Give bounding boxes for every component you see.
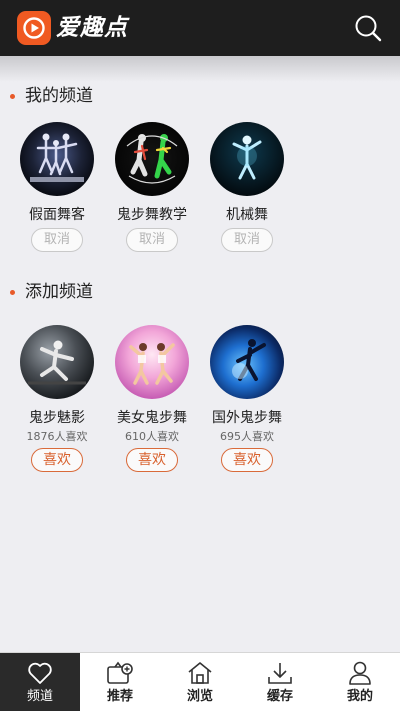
section-dot <box>10 94 15 99</box>
nav-label: 推荐 <box>106 689 133 704</box>
cancel-button[interactable]: 取消 <box>221 228 273 252</box>
app-header: 爱趣点 <box>0 0 400 56</box>
cancel-button[interactable]: 取消 <box>126 228 178 252</box>
nav-label: 缓存 <box>266 689 293 704</box>
like-count: 1876人喜欢 <box>26 430 88 443</box>
nav-label: 频道 <box>26 689 53 704</box>
download-icon <box>266 659 294 687</box>
add-channel-card[interactable]: 美女鬼步舞 610人喜欢 喜欢 <box>104 325 200 472</box>
like-button[interactable]: 喜欢 <box>221 448 273 472</box>
channel-avatar[interactable] <box>115 122 189 196</box>
channel-name: 鬼步魅影 <box>29 410 85 426</box>
app-title: 爱趣点 <box>56 15 128 41</box>
play-logo-icon <box>17 11 51 45</box>
nav-label: 我的 <box>346 689 373 704</box>
home-icon <box>186 659 214 687</box>
header-shadow <box>0 56 400 82</box>
channel-avatar[interactable] <box>210 325 284 399</box>
channel-name: 国外鬼步舞 <box>212 410 282 426</box>
like-button[interactable]: 喜欢 <box>126 448 178 472</box>
cancel-button[interactable]: 取消 <box>31 228 83 252</box>
channel-avatar[interactable] <box>20 325 94 399</box>
bottom-nav: 频道 推荐 浏览 缓存 我的 <box>0 652 400 711</box>
recommend-icon <box>106 659 134 687</box>
search-icon[interactable] <box>352 12 384 44</box>
nav-tab-recommend[interactable]: 推荐 <box>80 653 160 711</box>
channel-name: 鬼步舞教学 <box>117 207 187 223</box>
add-channel-card[interactable]: 鬼步魅影 1876人喜欢 喜欢 <box>9 325 105 472</box>
channel-name: 机械舞 <box>226 207 268 223</box>
my-channel-card[interactable]: 机械舞 取消 <box>199 122 295 252</box>
channel-name: 美女鬼步舞 <box>117 410 187 426</box>
like-button[interactable]: 喜欢 <box>31 448 83 472</box>
like-count: 695人喜欢 <box>220 430 274 443</box>
nav-tab-channels[interactable]: 频道 <box>0 653 80 711</box>
channel-avatar[interactable] <box>20 122 94 196</box>
like-count: 610人喜欢 <box>125 430 179 443</box>
my-channel-card[interactable]: 假面舞客 取消 <box>9 122 105 252</box>
my-channels-title: 我的频道 <box>25 86 93 106</box>
channel-avatar[interactable] <box>115 325 189 399</box>
nav-tab-mine[interactable]: 我的 <box>320 653 400 711</box>
channel-avatar[interactable] <box>210 122 284 196</box>
section-dot <box>10 290 15 295</box>
nav-tab-browse[interactable]: 浏览 <box>160 653 240 711</box>
add-channel-card[interactable]: 国外鬼步舞 695人喜欢 喜欢 <box>199 325 295 472</box>
nav-label: 浏览 <box>186 689 213 704</box>
my-channel-card[interactable]: 鬼步舞教学 取消 <box>104 122 200 252</box>
heart-icon <box>26 659 54 687</box>
channel-name: 假面舞客 <box>29 207 85 223</box>
user-icon <box>346 659 374 687</box>
add-channels-title: 添加频道 <box>25 282 93 302</box>
nav-tab-cache[interactable]: 缓存 <box>240 653 320 711</box>
